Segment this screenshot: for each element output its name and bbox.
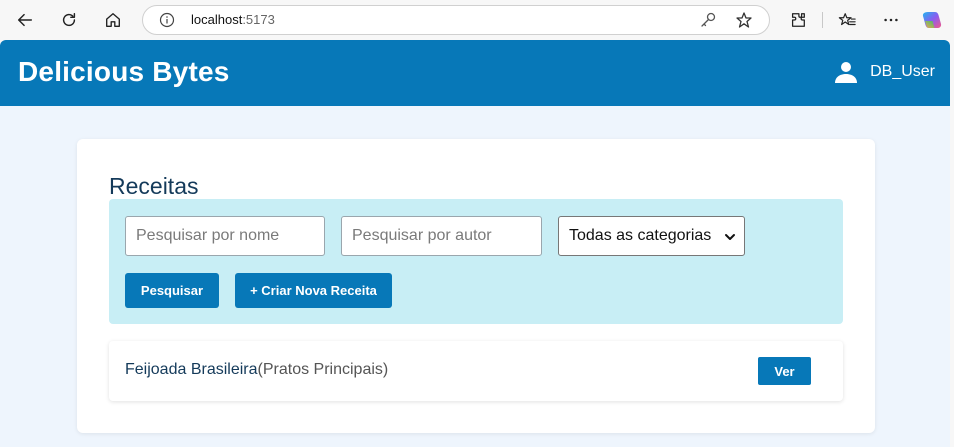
more-button[interactable] <box>877 6 905 34</box>
url-text[interactable]: localhost:5173 <box>191 12 275 27</box>
category-select[interactable]: Todas as categorias <box>558 216 745 256</box>
favorites-icon <box>838 13 856 26</box>
search-button[interactable]: Pesquisar <box>125 273 219 308</box>
window-edge <box>950 40 954 447</box>
key-icon[interactable] <box>699 11 717 29</box>
back-button[interactable] <box>11 6 39 34</box>
recipes-card: Receitas Todas as categorias Pesquisar +… <box>77 139 875 433</box>
view-recipe-button[interactable]: Ver <box>758 357 811 385</box>
back-arrow-icon <box>17 13 33 27</box>
star-icon[interactable] <box>735 11 753 29</box>
url-host: localhost <box>191 12 243 27</box>
search-author-input[interactable] <box>341 216 542 256</box>
page-title: Receitas <box>109 173 199 199</box>
favorites-button[interactable] <box>833 6 861 34</box>
user-menu[interactable]: DB_User <box>834 60 935 84</box>
home-icon <box>106 13 120 27</box>
browser-toolbar: localhost:5173 <box>0 0 954 40</box>
extensions-button[interactable] <box>784 6 812 34</box>
refresh-button[interactable] <box>55 6 83 34</box>
recipe-category: (Pratos Principais) <box>257 361 389 378</box>
page-body: Receitas Todas as categorias Pesquisar +… <box>0 106 950 447</box>
url-port: :5173 <box>242 12 275 27</box>
app-title[interactable]: Delicious Bytes <box>18 56 230 88</box>
copilot-icon <box>922 12 942 28</box>
filter-panel: Todas as categorias Pesquisar + Criar No… <box>109 199 843 324</box>
puzzle-icon <box>791 13 805 27</box>
app-header: Delicious Bytes DB_User <box>0 40 950 106</box>
more-icon <box>884 18 898 22</box>
recipe-label: Feijoada Brasileira(Pratos Principais) <box>125 361 388 379</box>
address-bar[interactable]: localhost:5173 <box>142 5 770 35</box>
recipe-name: Feijoada Brasileira <box>125 361 258 378</box>
list-item: Feijoada Brasileira(Pratos Principais) V… <box>109 341 843 401</box>
create-recipe-button[interactable]: + Criar Nova Receita <box>235 273 392 308</box>
search-name-input[interactable] <box>125 216 325 256</box>
user-icon <box>835 62 858 83</box>
home-button[interactable] <box>99 6 127 34</box>
user-name: DB_User <box>870 63 935 80</box>
info-icon[interactable] <box>159 12 175 28</box>
category-select-value: Todas as categorias <box>569 227 712 244</box>
copilot-button[interactable] <box>918 6 946 34</box>
toolbar-divider <box>822 12 823 28</box>
refresh-icon <box>62 12 76 27</box>
chevron-down-icon <box>725 234 735 240</box>
